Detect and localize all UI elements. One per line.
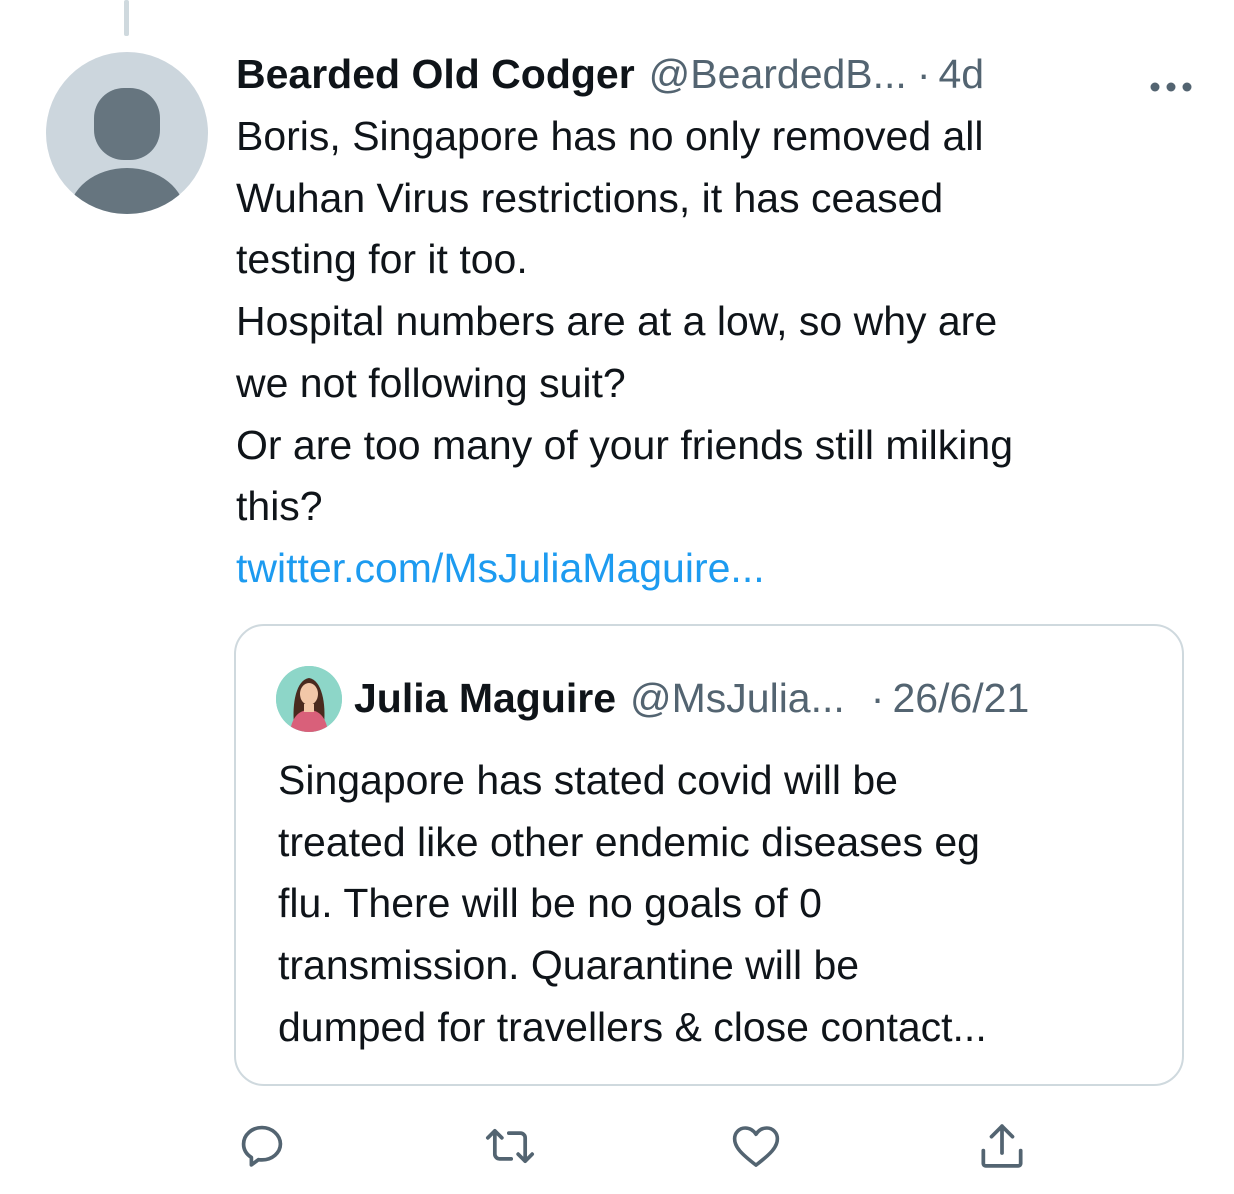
quoted-text-line: transmission. Quarantine will be: [278, 942, 860, 989]
tweet-text-line: Or are too many of your friends still mi…: [236, 421, 1013, 468]
quoted-author-handle[interactable]: @MsJulia...: [630, 675, 845, 722]
quoted-author-name[interactable]: Julia Maguire: [354, 675, 616, 722]
tweet-text-line: Wuhan Virus restrictions, it has ceased: [236, 174, 944, 221]
author-name[interactable]: Bearded Old Codger: [236, 51, 635, 98]
quoted-tweet-body: Singapore has stated covid will be treat…: [278, 750, 1158, 1059]
quoted-text-line: Singapore has stated covid will be: [278, 757, 898, 803]
more-horizontal-icon: [1150, 82, 1192, 92]
author-handle[interactable]: @BeardedB...: [649, 51, 907, 98]
quoted-text-line: dumped for travellers & close contact...: [278, 1003, 987, 1050]
tweet-text-line: this?: [236, 483, 323, 530]
tweet-text-line: testing for it too.: [236, 236, 528, 283]
thread-connector-line: [124, 0, 129, 36]
tweet-text-line: we not following suit?: [236, 359, 626, 406]
quoted-author-avatar[interactable]: [276, 666, 342, 732]
quoted-tweet-header: Julia Maguire @MsJulia... · 26/6/21: [354, 668, 1029, 728]
share-button[interactable]: [974, 1118, 1030, 1174]
default-avatar-icon: [69, 88, 185, 214]
more-options-button[interactable]: [1146, 60, 1196, 92]
tweet-body: Boris, Singapore has no only removed all…: [236, 106, 1196, 600]
tweet-text-line: Hospital numbers are at a low, so why ar…: [236, 298, 998, 345]
tweet-link[interactable]: twitter.com/MsJuliaMaguire...: [236, 538, 1196, 600]
quoted-text-line: flu. There will be no goals of 0: [278, 880, 822, 927]
author-avatar[interactable]: [46, 52, 208, 214]
retweet-button[interactable]: [482, 1118, 538, 1174]
quoted-text-line: treated like other endemic diseases eg: [278, 818, 980, 865]
reply-icon: [241, 1125, 283, 1167]
quoted-tweet-date[interactable]: 26/6/21: [892, 675, 1029, 722]
tweet-text-line: Boris, Singapore has no only removed all: [236, 113, 984, 159]
header-separator: ·: [916, 50, 931, 97]
like-button[interactable]: [728, 1118, 784, 1174]
quoted-tweet-card[interactable]: Julia Maguire @MsJulia... · 26/6/21 Sing…: [234, 624, 1184, 1086]
tweet-header: Bearded Old Codger @BeardedB... · 4d: [236, 44, 1196, 104]
quoted-header-separator: ·: [870, 674, 885, 721]
tweet-timestamp[interactable]: 4d: [938, 51, 984, 98]
reply-button[interactable]: [234, 1118, 290, 1174]
retweet-icon: [485, 1128, 535, 1164]
like-icon: [732, 1126, 780, 1167]
profile-photo-icon: [276, 666, 342, 732]
share-icon: [981, 1124, 1023, 1168]
